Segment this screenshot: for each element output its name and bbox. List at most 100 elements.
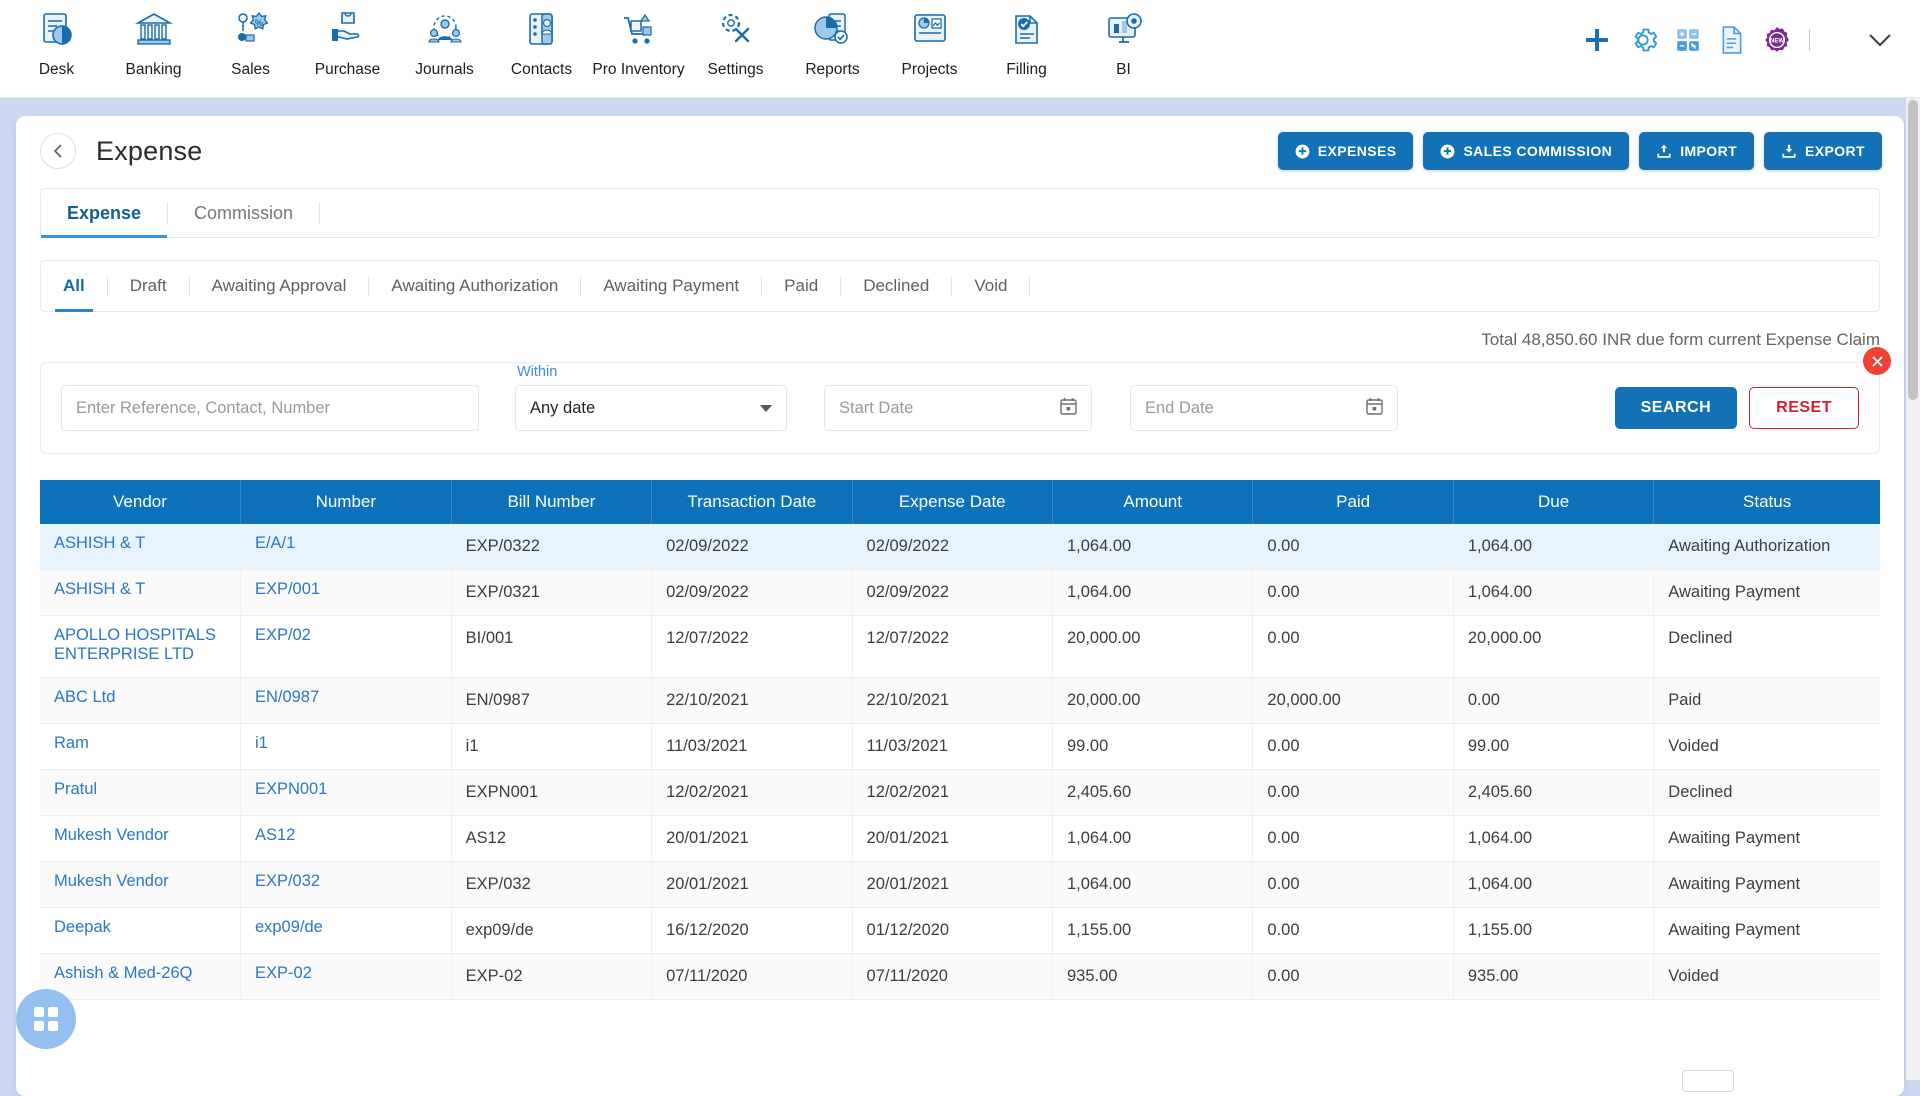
column-header-status[interactable]: Status [1653, 480, 1880, 524]
nav-item-desk[interactable]: Desk [8, 0, 105, 79]
cell-number[interactable]: EXP-02 [240, 953, 452, 1000]
column-header-bill-number[interactable]: Bill Number [451, 480, 653, 524]
status-tab-all[interactable]: All [41, 261, 107, 312]
cell-vendor[interactable]: ASHISH & T [40, 569, 241, 616]
nav-item-journals[interactable]: Journals [396, 0, 493, 79]
cell-link[interactable]: AS12 [255, 826, 295, 844]
back-button[interactable] [40, 133, 76, 169]
table-row[interactable]: APOLLO HOSPITALS ENTERPRISE LTD EXP/02 BI/… [40, 615, 1880, 678]
cell-vendor[interactable]: ASHISH & T [40, 524, 241, 570]
cell-link[interactable]: EXP/02 [255, 626, 311, 644]
cell-vendor[interactable]: Mukesh Vendor [40, 815, 241, 862]
sales-commission-button[interactable]: SALES COMMISSION [1423, 132, 1630, 170]
cell-link[interactable]: ABC Ltd [54, 688, 115, 706]
search-button[interactable]: SEARCH [1614, 387, 1738, 429]
table-row[interactable]: Deepak exp09/de exp09/de 16/12/2020 01/12/20… [40, 907, 1880, 954]
status-tab-awaiting-approval[interactable]: Awaiting Approval [190, 261, 369, 311]
search-reference-input[interactable]: Enter Reference, Contact, Number [61, 385, 479, 431]
table-row[interactable]: Ram i1 i1 11/03/2021 11/03/2021 99.00 0.00 99.0… [40, 723, 1880, 770]
status-tab-paid[interactable]: Paid [762, 261, 840, 311]
calculator-icon[interactable] [1675, 27, 1701, 53]
nav-item-banking[interactable]: Banking [105, 0, 202, 79]
scrollbar-thumb[interactable] [1908, 100, 1918, 400]
cell-number[interactable]: AS12 [240, 815, 452, 862]
cell-link[interactable]: EXPN001 [255, 780, 327, 798]
nav-item-bi[interactable]: BI [1075, 0, 1172, 79]
column-header-transaction-date[interactable]: Transaction Date [651, 480, 853, 524]
status-tab-declined[interactable]: Declined [841, 261, 951, 311]
tab-expense[interactable]: Expense [41, 189, 168, 238]
export-button[interactable]: EXPORT [1764, 132, 1882, 170]
cell-link[interactable]: Pratul [54, 780, 97, 798]
status-tab-void[interactable]: Void [952, 261, 1029, 311]
nav-item-settings[interactable]: Settings [687, 0, 784, 79]
table-row[interactable]: ABC Ltd EN/0987 EN/0987 22/10/2021 22/10/202… [40, 677, 1880, 724]
cell-vendor[interactable]: Ashish & Med-26Q [40, 953, 241, 1000]
cell-link[interactable]: exp09/de [255, 918, 323, 936]
cell-link[interactable]: Deepak [54, 918, 111, 936]
cell-link[interactable]: Ram [54, 734, 89, 752]
expenses-button[interactable]: EXPENSES [1277, 132, 1414, 170]
table-row[interactable]: Mukesh Vendor AS12 AS12 20/01/2021 20/01/202… [40, 815, 1880, 862]
cell-link[interactable]: EN/0987 [255, 688, 319, 706]
document-icon[interactable] [1719, 26, 1745, 54]
nav-item-pro-inventory[interactable]: Pro Inventory [590, 0, 687, 79]
cell-number[interactable]: EN/0987 [240, 677, 452, 724]
column-header-due[interactable]: Due [1453, 480, 1655, 524]
cell-link[interactable]: Ashish & Med-26Q [54, 964, 192, 982]
cell-vendor[interactable]: Pratul [40, 769, 241, 816]
status-tab-draft[interactable]: Draft [108, 261, 189, 311]
chevron-down-icon[interactable] [1866, 31, 1894, 49]
cell-link[interactable]: ASHISH & T [54, 534, 145, 552]
cell-link[interactable]: EXP-02 [255, 964, 312, 982]
nav-item-sales[interactable]: % Sales [202, 0, 299, 79]
status-tab-awaiting-payment[interactable]: Awaiting Payment [581, 261, 761, 311]
nav-item-contacts[interactable]: Contacts [493, 0, 590, 79]
table-row[interactable]: ASHISH & T EXP/001 EXP/0321 02/09/2022 02/09… [40, 569, 1880, 616]
cell-number[interactable]: EXPN001 [240, 769, 452, 816]
calendar-icon[interactable] [1366, 397, 1383, 420]
grid-widget-icon[interactable] [16, 989, 76, 1049]
gear-icon[interactable] [1629, 26, 1657, 54]
cell-link[interactable]: APOLLO HOSPITALS ENTERPRISE LTD [54, 626, 216, 663]
cell-vendor[interactable]: Mukesh Vendor [40, 861, 241, 908]
cell-vendor[interactable]: APOLLO HOSPITALS ENTERPRISE LTD [40, 615, 241, 678]
column-header-vendor[interactable]: Vendor [40, 480, 241, 524]
start-date-input[interactable]: Start Date [824, 385, 1092, 431]
column-header-paid[interactable]: Paid [1252, 480, 1454, 524]
table-row[interactable]: ASHISH & T E/A/1 EXP/0322 02/09/2022 02/09/2… [40, 524, 1880, 570]
nav-item-filling[interactable]: Filling [978, 0, 1075, 79]
cell-number[interactable]: EXP/02 [240, 615, 452, 678]
cell-link[interactable]: E/A/1 [255, 534, 295, 552]
calendar-icon[interactable] [1060, 397, 1077, 420]
cell-link[interactable]: i1 [255, 734, 268, 752]
within-select[interactable]: Any date [515, 385, 787, 431]
cell-vendor[interactable]: Ram [40, 723, 241, 770]
cell-link[interactable]: ASHISH & T [54, 580, 145, 598]
cell-vendor[interactable]: ABC Ltd [40, 677, 241, 724]
end-date-input[interactable]: End Date [1130, 385, 1398, 431]
cell-link[interactable]: EXP/032 [255, 872, 320, 890]
cell-vendor[interactable]: Deepak [40, 907, 241, 954]
tab-commission[interactable]: Commission [168, 189, 319, 237]
cell-number[interactable]: E/A/1 [240, 524, 452, 570]
cell-link[interactable]: Mukesh Vendor [54, 826, 169, 844]
cell-link[interactable]: EXP/001 [255, 580, 320, 598]
nav-item-reports[interactable]: Reports [784, 0, 881, 79]
column-header-expense-date[interactable]: Expense Date [852, 480, 1053, 524]
nav-item-purchase[interactable]: Purchase [299, 0, 396, 79]
plus-icon[interactable] [1583, 26, 1611, 54]
reset-button[interactable]: RESET [1749, 387, 1859, 429]
cell-number[interactable]: i1 [240, 723, 452, 770]
cell-number[interactable]: EXP/001 [240, 569, 452, 616]
column-header-number[interactable]: Number [240, 480, 452, 524]
table-row[interactable]: Pratul EXPN001 EXPN001 12/02/2021 12/02/2021… [40, 769, 1880, 816]
cell-link[interactable]: Mukesh Vendor [54, 872, 169, 890]
table-row[interactable]: Ashish & Med-26Q EXP-02 EXP-02 07/11/2020 07… [40, 953, 1880, 1000]
table-row[interactable]: Mukesh Vendor EXP/032 EXP/032 20/01/2021 20/… [40, 861, 1880, 908]
pagination-control[interactable] [1682, 1070, 1734, 1092]
column-header-amount[interactable]: Amount [1052, 480, 1254, 524]
cell-number[interactable]: EXP/032 [240, 861, 452, 908]
status-tab-awaiting-authorization[interactable]: Awaiting Authorization [369, 261, 580, 311]
close-icon[interactable] [1863, 347, 1891, 375]
